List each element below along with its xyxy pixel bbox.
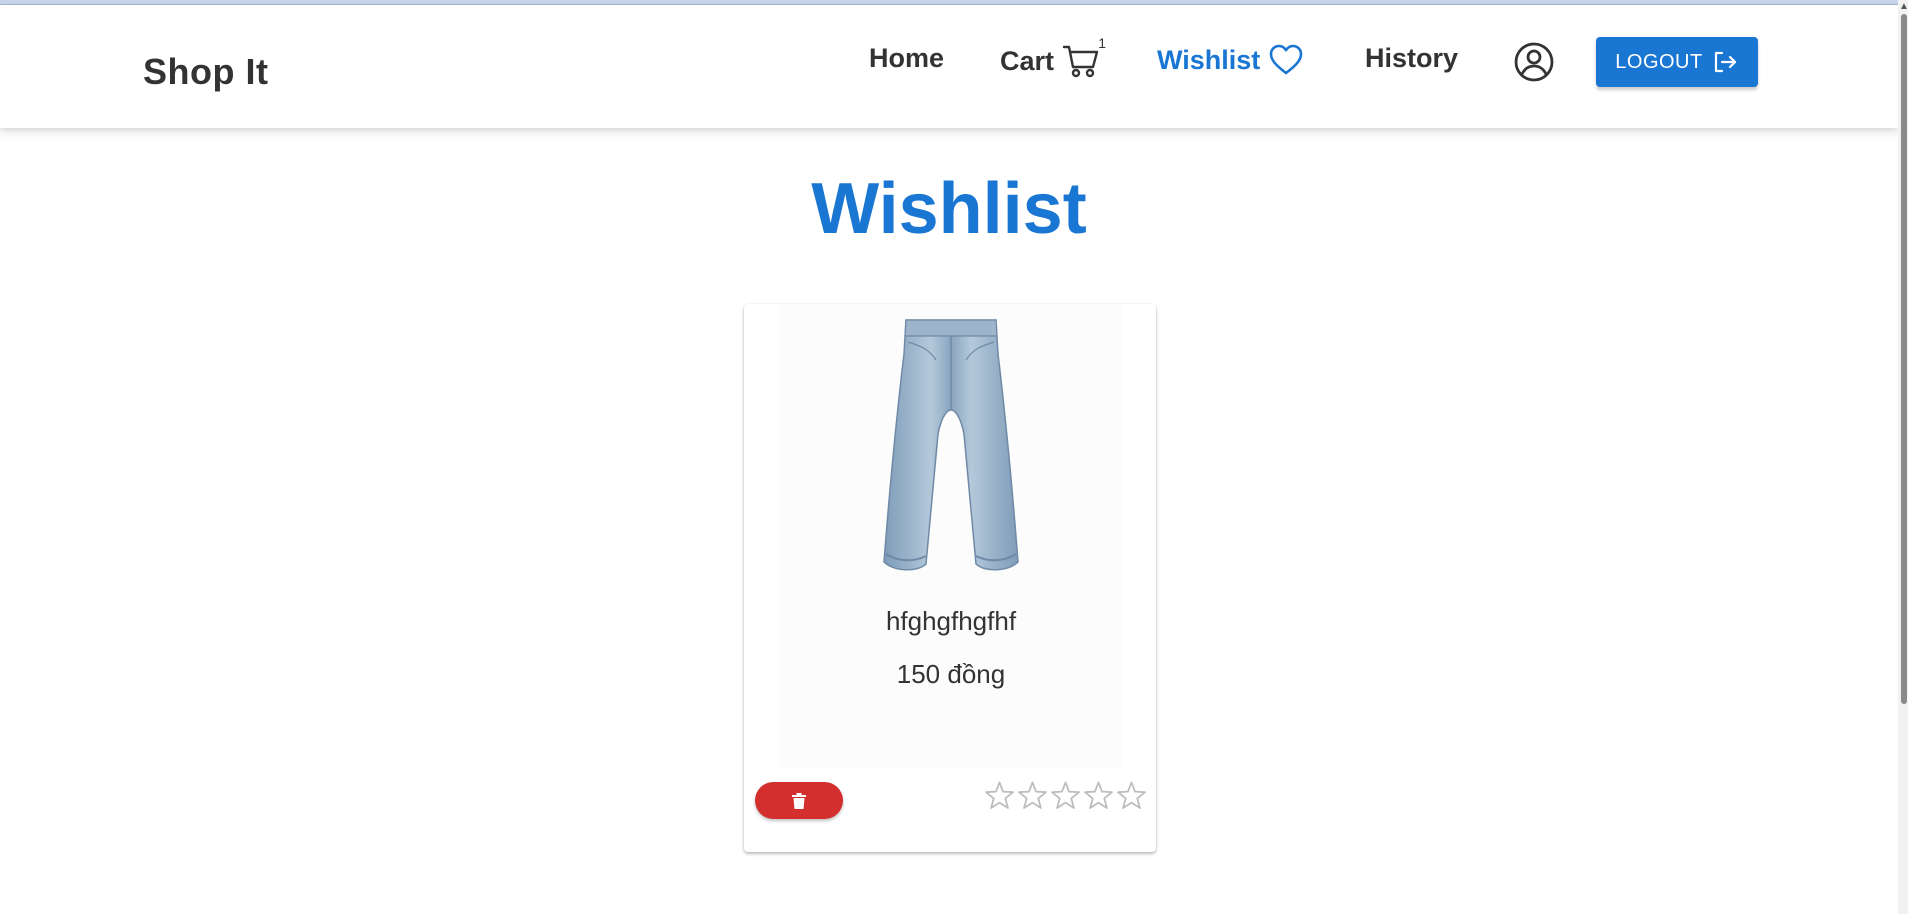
product-card-body[interactable]: hfghgfhgfhf 150 đồng	[780, 304, 1122, 768]
star-outline-icon[interactable]	[1082, 779, 1115, 812]
product-name: hfghgfhgfhf	[885, 606, 1017, 636]
logout-label: LOGOUT	[1615, 50, 1703, 73]
nav-history[interactable]: History	[1365, 43, 1458, 74]
product-rating[interactable]	[983, 779, 1148, 812]
scroll-up-arrow[interactable]: ▲	[1899, 1, 1908, 12]
nav-wishlist-label: Wishlist	[1157, 44, 1261, 75]
logout-icon	[1714, 51, 1736, 73]
nav-cart[interactable]: Cart 1	[1000, 35, 1106, 79]
wishlist-item-card: hfghgfhgfhf 150 đồng	[744, 304, 1156, 852]
page-title: Wishlist	[811, 169, 1087, 249]
account-button[interactable]	[1513, 41, 1555, 83]
brand-logo[interactable]: Shop It	[143, 51, 268, 93]
cart-icon: 1	[1062, 35, 1106, 79]
account-circle-icon	[1514, 42, 1554, 82]
trash-icon	[792, 792, 806, 809]
product-price: 150 đồng	[896, 659, 1006, 689]
nav-home-label: Home	[869, 43, 945, 73]
cart-count-badge: 1	[1098, 35, 1107, 51]
navbar: Shop It Home Cart 1 Wishlist History LOG…	[0, 5, 1898, 128]
nav-history-label: History	[1365, 43, 1459, 73]
star-outline-icon[interactable]	[1049, 779, 1082, 812]
star-outline-icon[interactable]	[983, 779, 1016, 812]
heart-outline-icon	[1268, 43, 1304, 77]
star-outline-icon[interactable]	[1016, 779, 1049, 812]
scrollbar-thumb[interactable]	[1901, 14, 1907, 704]
remove-from-wishlist-button[interactable]	[755, 782, 843, 819]
nav-cart-label: Cart	[1000, 45, 1055, 76]
logout-button[interactable]: LOGOUT	[1596, 37, 1758, 87]
product-image	[883, 319, 1019, 571]
nav-home[interactable]: Home	[869, 43, 944, 74]
nav-wishlist[interactable]: Wishlist	[1157, 43, 1304, 77]
star-outline-icon[interactable]	[1115, 779, 1148, 812]
